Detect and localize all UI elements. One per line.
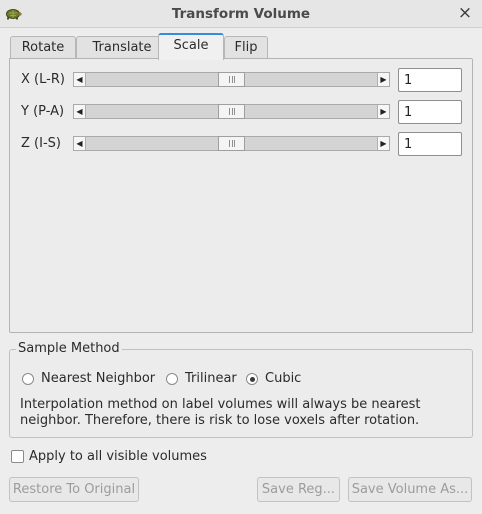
x-slider-left-arrow-icon[interactable]: ◀ <box>74 73 86 86</box>
tab-translate-label: Translate <box>92 40 152 55</box>
apply-all-label: Apply to all visible volumes <box>29 449 207 464</box>
y-slider-thumb[interactable] <box>218 104 245 119</box>
z-scale-input[interactable] <box>398 132 462 156</box>
grip-icon <box>229 140 235 147</box>
tab-scale-label: Scale <box>173 38 209 53</box>
y-scale-input[interactable] <box>398 100 462 124</box>
tab-translate[interactable]: Translate <box>76 36 168 59</box>
y-axis-label: Y (P-A) <box>21 104 65 119</box>
y-slider-right-arrow-icon[interactable]: ▶ <box>377 105 389 118</box>
x-slider-thumb[interactable] <box>218 72 245 87</box>
radio-trilinear-label: Trilinear <box>185 371 237 386</box>
radio-cubic-indicator[interactable] <box>246 373 258 385</box>
z-slider-right-arrow-icon[interactable]: ▶ <box>377 137 389 150</box>
grip-icon <box>229 108 235 115</box>
z-axis-label: Z (I-S) <box>21 136 61 151</box>
y-scale-slider[interactable]: ◀ ▶ <box>73 104 390 119</box>
save-volume-as-button[interactable]: Save Volume As... <box>348 477 472 502</box>
grip-icon <box>229 76 235 83</box>
window-title: Transform Volume <box>171 6 311 22</box>
radio-nearest-neighbor[interactable]: Nearest Neighbor <box>22 371 157 387</box>
sample-method-group: Sample Method Nearest Neighbor Trilinear… <box>9 341 473 438</box>
close-icon[interactable]: × <box>456 3 474 23</box>
apply-all-checkbox-box[interactable] <box>11 450 24 463</box>
tab-rotate[interactable]: Rotate <box>10 36 76 59</box>
scale-panel: X (L-R) ◀ ▶ Y (P-A) ◀ ▶ Z (I-S) ◀ ▶ <box>9 58 473 333</box>
title-bar: Transform Volume × <box>0 0 482 28</box>
sample-method-title: Sample Method <box>16 341 122 356</box>
radio-trilinear[interactable]: Trilinear <box>166 371 238 387</box>
z-slider-left-arrow-icon[interactable]: ◀ <box>74 137 86 150</box>
z-scale-slider[interactable]: ◀ ▶ <box>73 136 390 151</box>
tab-flip[interactable]: Flip <box>224 36 268 59</box>
restore-to-original-button[interactable]: Restore To Original <box>9 477 139 502</box>
tab-rotate-label: Rotate <box>21 40 65 55</box>
radio-nearest-neighbor-label: Nearest Neighbor <box>41 371 156 386</box>
radio-cubic-label: Cubic <box>265 371 302 386</box>
x-axis-label: X (L-R) <box>21 72 65 87</box>
radio-cubic[interactable]: Cubic <box>246 371 306 387</box>
y-slider-left-arrow-icon[interactable]: ◀ <box>74 105 86 118</box>
z-slider-thumb[interactable] <box>218 136 245 151</box>
x-scale-input[interactable] <box>398 68 462 92</box>
interpolation-note: Interpolation method on label volumes wi… <box>20 397 421 428</box>
tab-flip-label: Flip <box>234 40 258 55</box>
x-slider-right-arrow-icon[interactable]: ▶ <box>377 73 389 86</box>
x-scale-slider[interactable]: ◀ ▶ <box>73 72 390 87</box>
save-reg-button[interactable]: Save Reg... <box>257 477 340 502</box>
radio-nearest-neighbor-indicator[interactable] <box>22 373 34 385</box>
tab-scale[interactable]: Scale <box>158 33 224 60</box>
radio-trilinear-indicator[interactable] <box>166 373 178 385</box>
